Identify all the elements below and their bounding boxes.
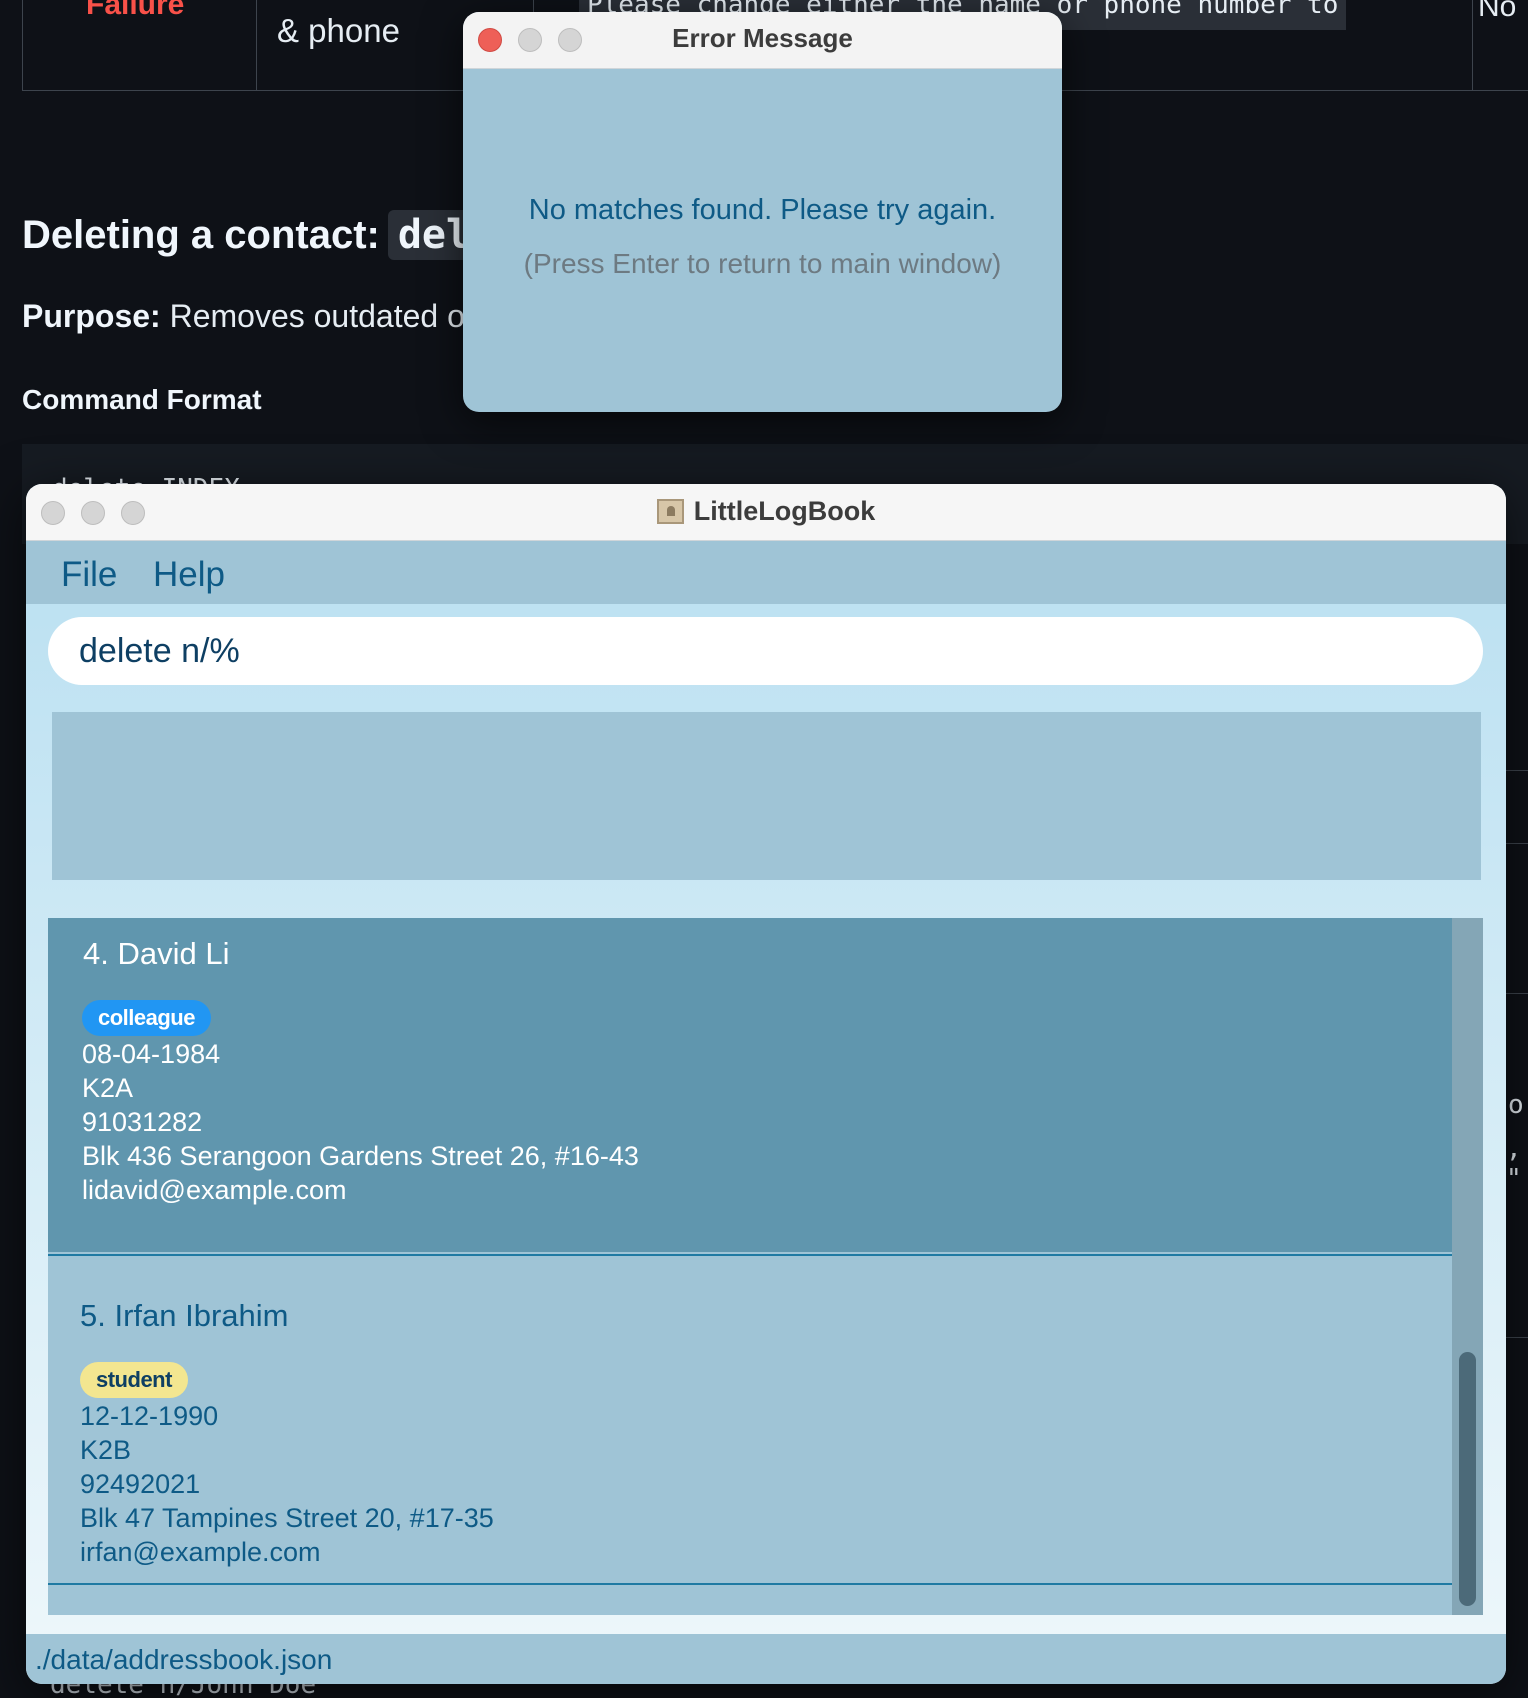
menu-help[interactable]: Help xyxy=(153,555,225,595)
contact-name: 5. Irfan Ibrahim xyxy=(80,1298,289,1333)
doc-divider xyxy=(1506,770,1528,771)
app-title-text: LittleLogBook xyxy=(693,496,876,526)
doc-table-text: & phone xyxy=(277,12,400,49)
contact-address: Blk 47 Tampines Street 20, #17-35 xyxy=(80,1503,494,1533)
status-file-path: ./data/addressbook.json xyxy=(35,1644,333,1675)
contact-birthday: 08-04-1984 xyxy=(82,1039,221,1069)
doc-purpose-text: Removes outdated o xyxy=(169,298,465,334)
scrollbar-thumb[interactable] xyxy=(1459,1352,1476,1606)
app-window: LittleLogBook File Help delete n/% 4. Da… xyxy=(26,484,1506,1684)
doc-table-text: No xyxy=(1478,0,1517,23)
doc-text-fragment: , " xyxy=(1506,1134,1522,1194)
contact-list[interactable]: 4. David Li colleague 08-04-1984 K2A 910… xyxy=(48,918,1483,1615)
command-input-text[interactable]: delete n/% xyxy=(79,632,240,671)
tag-badge: colleague xyxy=(82,1000,211,1036)
menu-bar: File Help xyxy=(26,541,1506,604)
error-dialog: Error Message No matches found. Please t… xyxy=(463,12,1062,412)
doc-divider xyxy=(1506,1337,1528,1338)
doc-purpose: Purpose: Removes outdated o xyxy=(22,298,465,335)
status-bar: ./data/addressbook.json xyxy=(26,1634,1506,1684)
contact-card[interactable]: 5. Irfan Ibrahim student 12-12-1990 K2B … xyxy=(48,1254,1452,1585)
doc-text-fragment: o xyxy=(1508,1090,1524,1120)
contact-phone: 92492021 xyxy=(80,1469,201,1499)
contact-group: K2A xyxy=(82,1073,134,1103)
address-book-icon xyxy=(656,499,684,524)
result-display[interactable] xyxy=(52,712,1481,880)
error-dialog-titlebar[interactable]: Error Message xyxy=(463,12,1062,69)
doc-divider xyxy=(1506,993,1528,994)
error-message: No matches found. Please try again. xyxy=(528,194,997,226)
contact-card-selected[interactable]: 4. David Li colleague 08-04-1984 K2A 910… xyxy=(48,918,1452,1252)
error-hint: (Press Enter to return to main window) xyxy=(523,248,1002,279)
contact-email: lidavid@example.com xyxy=(82,1175,347,1205)
contact-email: irfan@example.com xyxy=(80,1537,321,1567)
doc-purpose-label: Purpose: xyxy=(22,298,161,334)
command-input[interactable]: delete n/% xyxy=(48,617,1483,685)
contact-name: 4. David Li xyxy=(83,936,230,971)
doc-heading-text: Deleting a contact: xyxy=(22,213,380,257)
contact-group: K2B xyxy=(80,1435,132,1465)
tag-badge: student xyxy=(80,1362,188,1398)
app-titlebar[interactable]: LittleLogBook xyxy=(26,484,1506,541)
contact-birthday: 12-12-1990 xyxy=(80,1401,219,1431)
contact-address: Blk 436 Serangoon Gardens Street 26, #16… xyxy=(82,1141,639,1171)
scrollbar[interactable] xyxy=(1452,918,1483,1615)
doc-failure-text: Failure xyxy=(86,0,185,21)
doc-divider xyxy=(1506,843,1528,844)
menu-file[interactable]: File xyxy=(61,555,117,595)
doc-heading: Deleting a contact: dele xyxy=(22,210,505,260)
app-title: LittleLogBook xyxy=(26,496,1506,527)
contact-phone: 91031282 xyxy=(82,1107,203,1137)
error-dialog-title: Error Message xyxy=(672,23,853,53)
doc-subheading: Command Format xyxy=(22,384,262,415)
